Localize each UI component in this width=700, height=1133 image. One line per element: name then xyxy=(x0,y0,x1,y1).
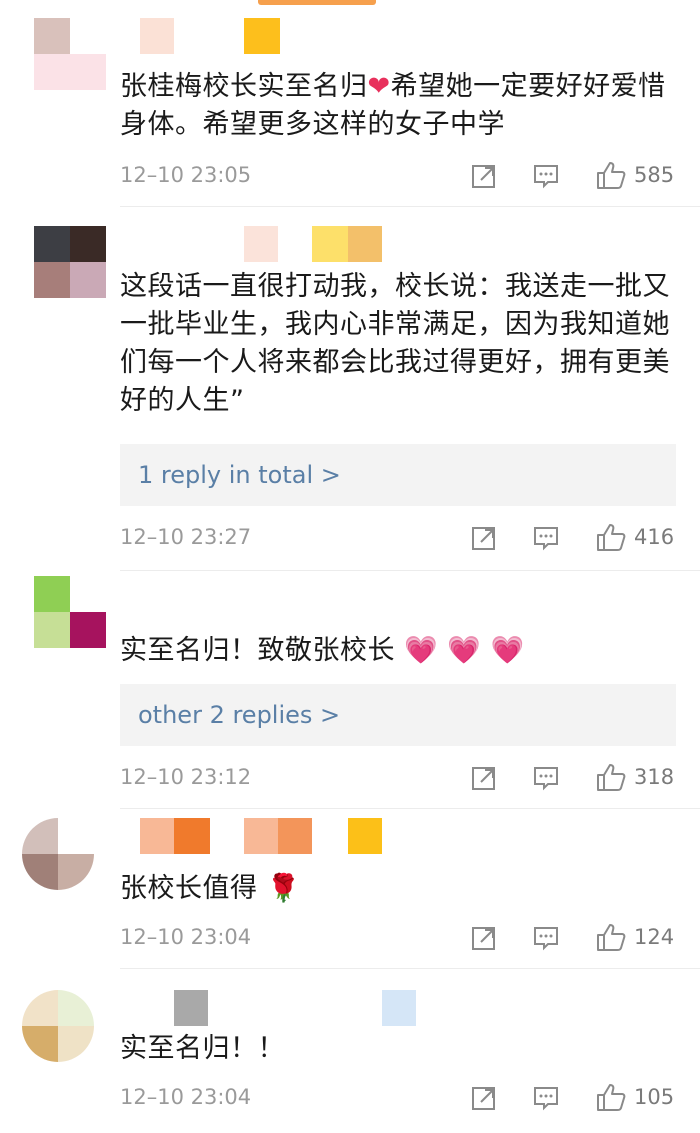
avatar[interactable] xyxy=(22,818,94,890)
like-icon[interactable] xyxy=(596,522,626,552)
comment-icon[interactable] xyxy=(532,1084,560,1112)
timestamp: 12–10 23:04 xyxy=(120,925,252,949)
top-accent-bar xyxy=(258,0,376,5)
rose-icon: 🌹 xyxy=(257,873,301,904)
heart-hands-icon: 💗 💗 💗 xyxy=(395,635,525,666)
avatar[interactable] xyxy=(34,226,106,298)
like-icon[interactable] xyxy=(596,1082,626,1112)
share-icon[interactable] xyxy=(470,524,498,552)
comment-meta: 12–10 23:04 124 xyxy=(120,920,680,954)
comment-text: 张桂梅校长实至名归❤希望她一定要好好爱惜身体。希望更多这样的女子中学 xyxy=(120,71,666,140)
comment-meta: 12–10 23:04 105 xyxy=(120,1080,680,1114)
divider xyxy=(120,570,700,571)
timestamp: 12–10 23:12 xyxy=(120,765,252,789)
avatar[interactable] xyxy=(34,18,106,90)
share-icon[interactable] xyxy=(470,924,498,952)
like-count: 124 xyxy=(634,925,675,949)
timestamp: 12–10 23:04 xyxy=(120,1085,252,1109)
like-icon[interactable] xyxy=(596,762,626,792)
like-count: 585 xyxy=(634,163,675,187)
comment-meta: 12–10 23:12 318 xyxy=(120,760,680,794)
like-count: 318 xyxy=(634,765,675,789)
comment-text: 这段话一直很打动我，校长说：我送走一批又一批毕业生，我内心非常满足，因为我知道她… xyxy=(120,271,670,416)
share-icon[interactable] xyxy=(470,764,498,792)
comment-icon[interactable] xyxy=(532,524,560,552)
timestamp: 12–10 23:27 xyxy=(120,525,252,549)
avatar[interactable] xyxy=(34,576,106,648)
divider xyxy=(120,206,700,207)
like-count: 105 xyxy=(634,1085,675,1109)
comment-text: 实至名归！致敬张校长 💗 💗 💗 xyxy=(120,635,525,666)
share-icon[interactable] xyxy=(470,162,498,190)
replies-link[interactable]: other 2 replies > xyxy=(120,684,676,746)
divider xyxy=(120,968,700,969)
like-icon[interactable] xyxy=(596,160,626,190)
comment-icon[interactable] xyxy=(532,162,560,190)
divider xyxy=(120,808,700,809)
comment-meta: 12–10 23:27 416 xyxy=(120,520,680,554)
comment-text: 张校长值得 🌹 xyxy=(120,873,301,904)
replies-label: other 2 replies > xyxy=(138,701,341,729)
comment-icon[interactable] xyxy=(532,924,560,952)
timestamp: 12–10 23:05 xyxy=(120,163,252,187)
like-count: 416 xyxy=(634,525,675,549)
like-icon[interactable] xyxy=(596,922,626,952)
replies-label: 1 reply in total > xyxy=(138,461,341,489)
share-icon[interactable] xyxy=(470,1084,498,1112)
comment-icon[interactable] xyxy=(532,764,560,792)
top-strip xyxy=(0,0,700,12)
red-heart-icon: ❤ xyxy=(367,71,391,102)
avatar[interactable] xyxy=(22,990,94,1062)
comment-meta: 12–10 23:05 585 xyxy=(120,158,680,192)
replies-link[interactable]: 1 reply in total > xyxy=(120,444,676,506)
comment-text: 实至名归！！ xyxy=(120,1033,285,1064)
